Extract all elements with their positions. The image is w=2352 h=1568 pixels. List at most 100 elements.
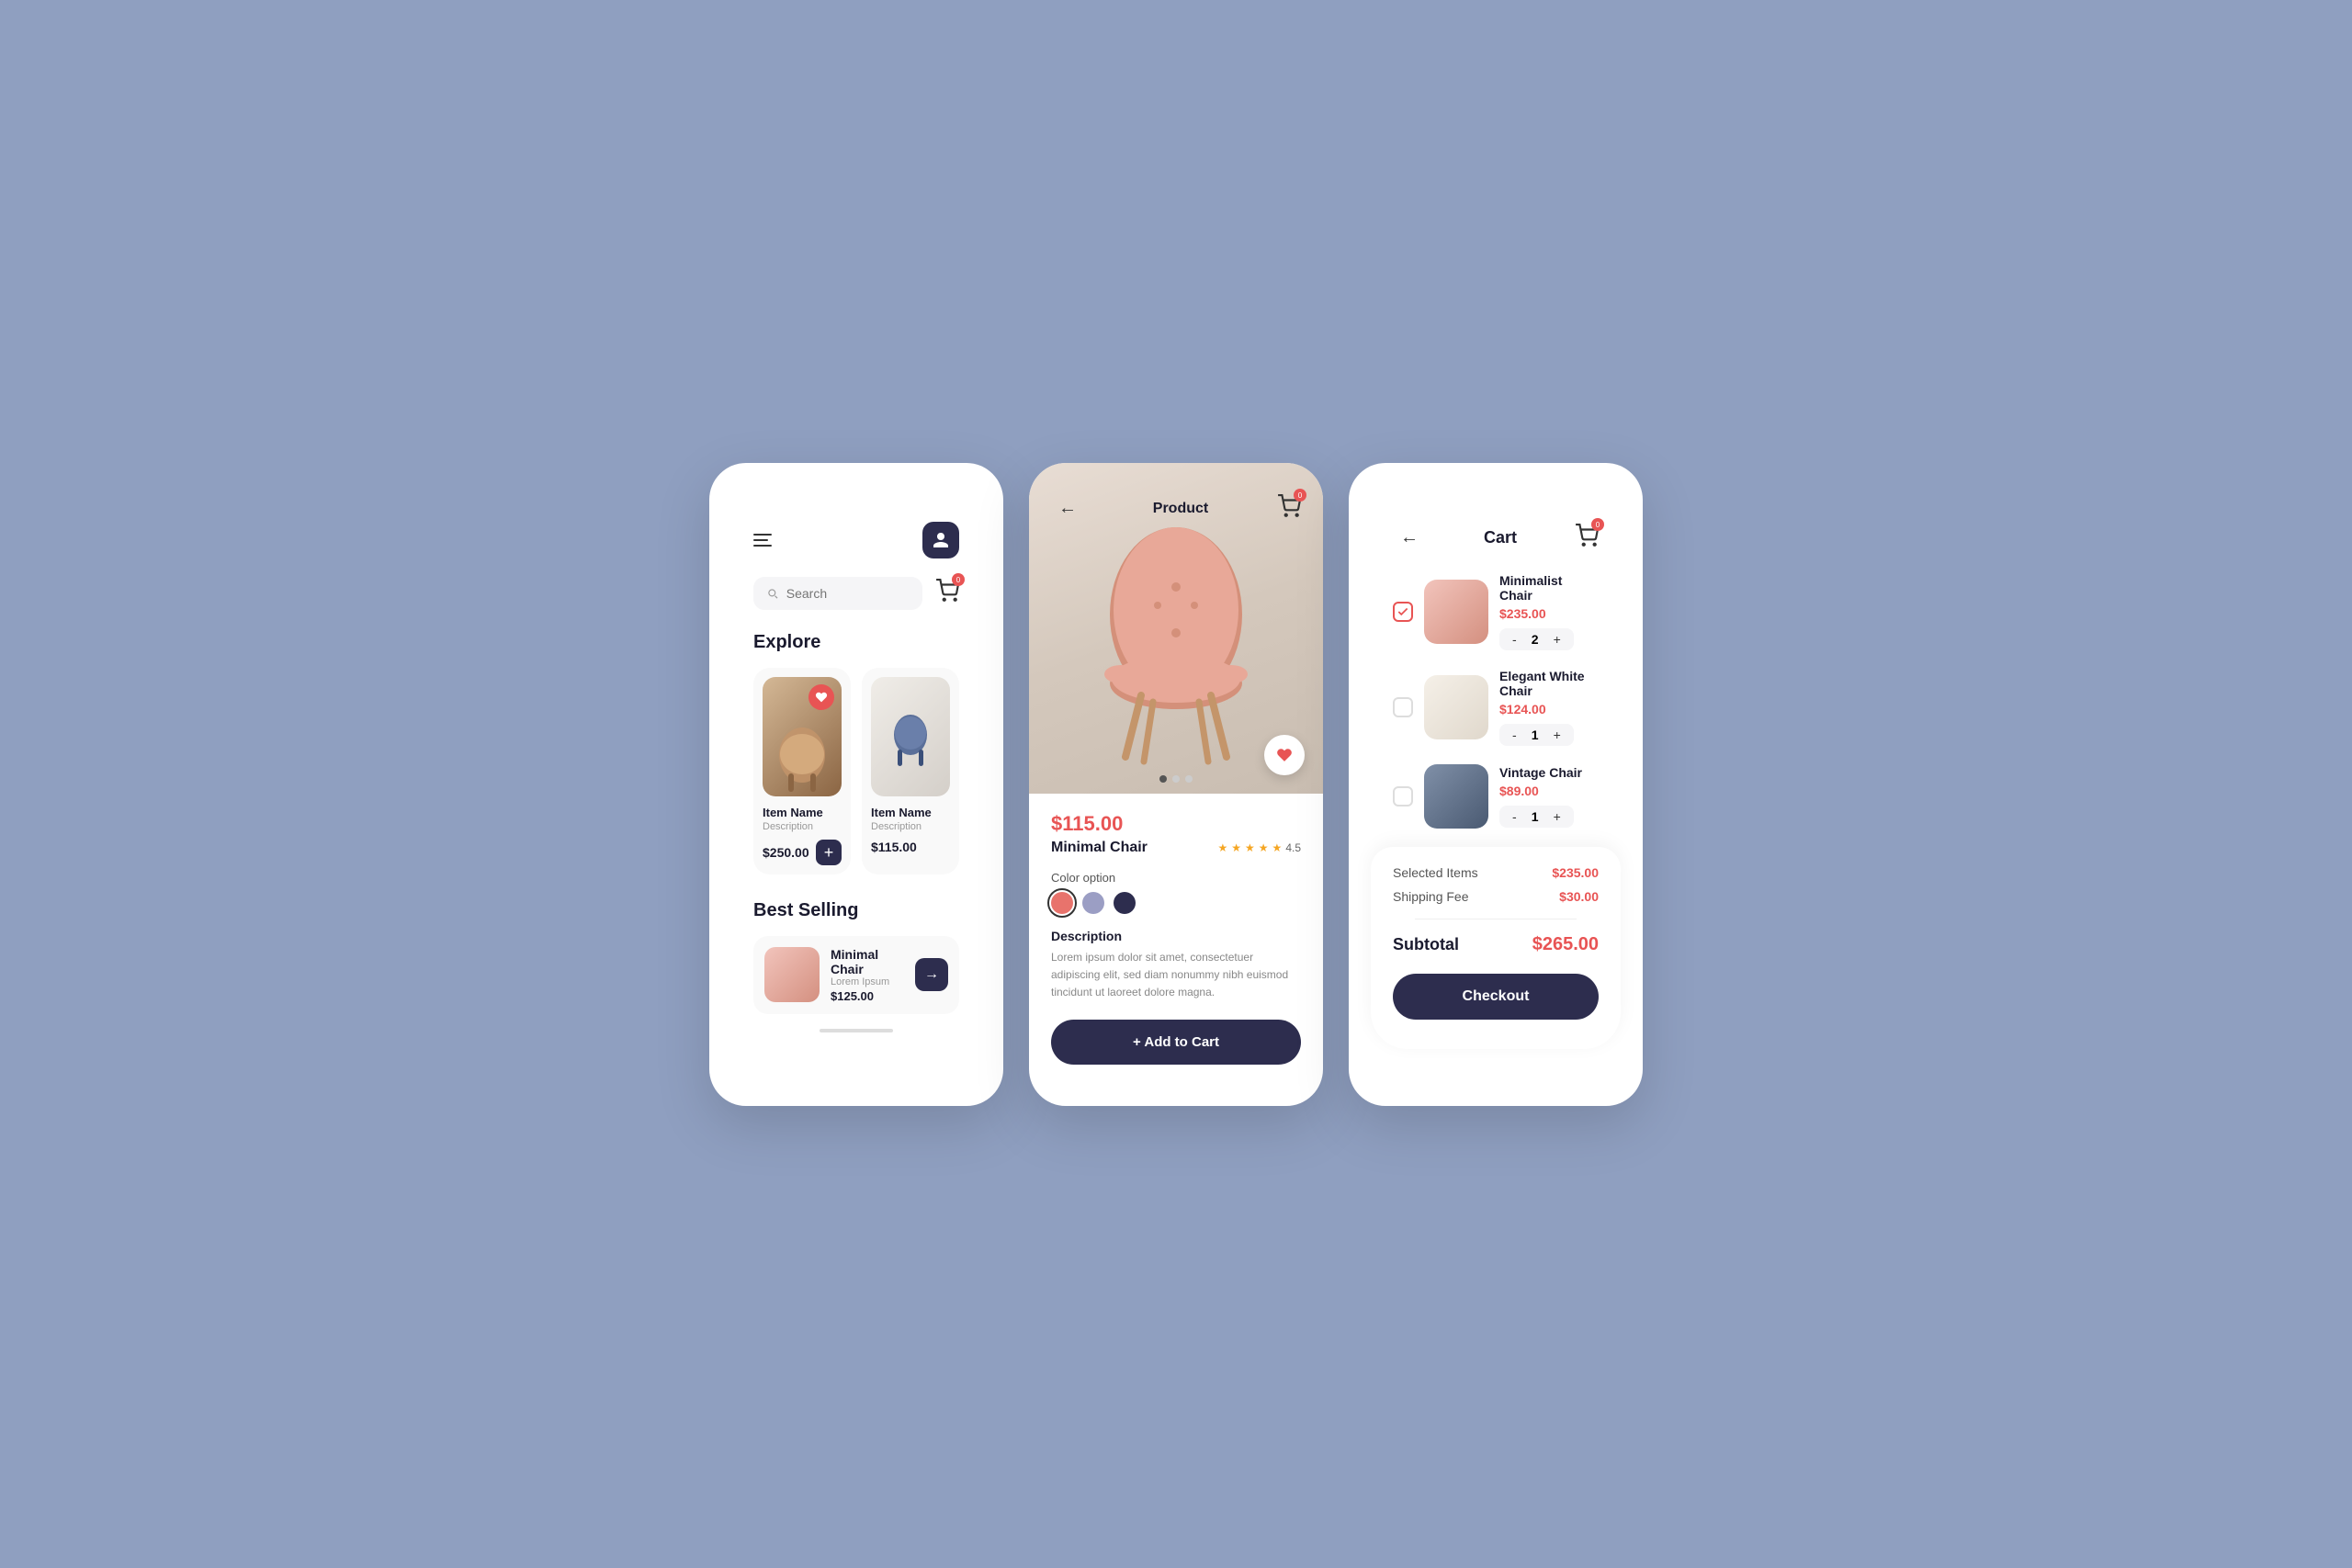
qty-decrease-3[interactable]: - [1509,809,1521,824]
color-option-red[interactable] [1051,892,1073,914]
cart-item-1-checkbox[interactable] [1393,602,1413,622]
color-option-purple[interactable] [1082,892,1104,914]
shipping-label: Shipping Fee [1393,889,1469,904]
cart-item-1: Minimalist Chair $235.00 - 2 + [1393,573,1599,650]
explore-card-1-name: Item Name [763,806,842,819]
search-box[interactable] [753,577,922,610]
user-icon [932,531,950,549]
cart-item-2-checkbox[interactable] [1393,697,1413,717]
best-item-1-arrow[interactable]: → [915,958,948,991]
qty-value-3: 1 [1528,809,1543,824]
cart-screen: ← Cart 0 [1349,463,1643,1106]
brown-chair-illustration [770,714,834,796]
best-item-1-info: Minimal Chair Lorem Ipsum $125.00 [831,947,904,1003]
qty-increase-2[interactable]: + [1550,728,1565,742]
product-screen: ← Product 0 [1029,463,1323,1106]
dot-1 [1159,775,1167,783]
explore-card-1[interactable]: Item Name Description $250.00 + [753,668,851,874]
selected-items-value: $235.00 [1552,865,1599,880]
cart-item-3-name: Vintage Chair [1499,765,1599,780]
explore-title: Explore [731,632,981,653]
best-item-1[interactable]: Minimal Chair Lorem Ipsum $125.00 → [753,936,959,1014]
product-cart-button[interactable]: 0 [1277,494,1301,523]
heart-float-icon [1276,747,1293,763]
color-label: Color option [1051,871,1301,885]
color-option-dark[interactable] [1114,892,1136,914]
search-icon [766,586,779,601]
cart-item-1-image [1424,580,1488,644]
cart-item-2-price: $124.00 [1499,702,1599,716]
cart-item-2-name: Elegant White Chair [1499,669,1599,698]
checkout-button[interactable]: Checkout [1393,974,1599,1020]
cart-item-3-price: $89.00 [1499,784,1599,798]
home-screen: 0 Explore [709,463,1003,1106]
product-price: $115.00 [1051,812,1301,836]
cart-header-icon[interactable]: 0 [1575,524,1599,552]
star-1: ★ [1217,841,1227,854]
cart-item-3: Vintage Chair $89.00 - 1 + [1393,764,1599,829]
add-to-cart-button[interactable]: + Add to Cart [1051,1020,1301,1065]
product-name-rating: Minimal Chair ★ ★ ★ ★ ★ 4.5 [1051,840,1301,856]
search-input[interactable] [786,586,910,601]
cart-item-3-image [1424,764,1488,829]
favorite-float-button[interactable] [1264,735,1305,775]
star-4: ★ [1259,841,1269,854]
cart-item-2: Elegant White Chair $124.00 - 1 + [1393,669,1599,746]
cart-header-badge: 0 [1591,518,1604,531]
heart-icon [815,691,828,704]
star-2: ★ [1231,841,1241,854]
cart-item-1-name: Minimalist Chair [1499,573,1599,603]
image-dots [1159,775,1193,783]
qty-decrease-2[interactable]: - [1509,728,1521,742]
cart-summary: Selected Items $235.00 Shipping Fee $30.… [1371,847,1621,1049]
dot-2 [1172,775,1180,783]
explore-card-2-name: Item Name [871,806,950,819]
description-label: Description [1051,929,1301,943]
cart-item-1-info: Minimalist Chair $235.00 - 2 + [1499,573,1599,650]
blue-chair-illustration [883,700,938,773]
explore-card-2-image [871,677,950,796]
cart-header: ← Cart 0 [1371,492,1621,573]
explore-card-1-desc: Description [763,821,842,832]
subtotal-value: $265.00 [1532,934,1599,955]
product-details: $115.00 Minimal Chair ★ ★ ★ ★ ★ 4.5 Colo… [1029,794,1323,1084]
star-half: ★ [1272,841,1283,854]
qty-decrease-1[interactable]: - [1509,632,1521,647]
explore-grid: Item Name Description $250.00 + [731,668,981,874]
explore-card-2[interactable]: Item Name Description $115.00 [862,668,959,874]
cart-item-3-checkbox[interactable] [1393,786,1413,807]
favorite-button-1[interactable] [808,684,834,710]
product-rating: ★ ★ ★ ★ ★ 4.5 [1217,841,1301,854]
menu-icon[interactable] [753,534,772,547]
best-item-1-name: Minimal Chair [831,947,904,976]
cart-item-2-qty: - 1 + [1499,724,1574,746]
cart-items-list: Minimalist Chair $235.00 - 2 + Elegant W… [1371,573,1621,829]
best-item-1-image [764,947,820,1002]
cart-item-1-qty: - 2 + [1499,628,1574,650]
qty-increase-3[interactable]: + [1550,809,1565,824]
cart-back-button[interactable]: ← [1393,522,1426,555]
description-section: Description Lorem ipsum dolor sit amet, … [1051,929,1301,1002]
product-cart-badge: 0 [1294,489,1306,502]
qty-increase-1[interactable]: + [1550,632,1565,647]
cart-badge: 0 [952,573,965,586]
cart-icon-button[interactable]: 0 [935,579,959,607]
qty-value-2: 1 [1528,728,1543,742]
shipping-row: Shipping Fee $30.00 [1393,889,1599,904]
user-avatar-button[interactable] [922,522,959,558]
cart-item-3-qty: - 1 + [1499,806,1574,828]
back-button[interactable]: ← [1051,492,1084,525]
color-options [1051,892,1301,914]
product-screen-title: Product [1153,501,1208,517]
explore-card-1-image [763,677,842,796]
description-text: Lorem ipsum dolor sit amet, consectetuer… [1051,949,1301,1002]
selected-items-row: Selected Items $235.00 [1393,865,1599,880]
cart-item-3-info: Vintage Chair $89.00 - 1 + [1499,765,1599,828]
cart-item-1-price: $235.00 [1499,606,1599,621]
search-row: 0 [731,577,981,610]
home-header [731,492,981,558]
best-item-1-desc: Lorem Ipsum [831,976,904,987]
scroll-indicator [731,1029,981,1032]
add-button-1[interactable]: + [816,840,842,865]
explore-card-1-price: $250.00 [763,845,809,860]
